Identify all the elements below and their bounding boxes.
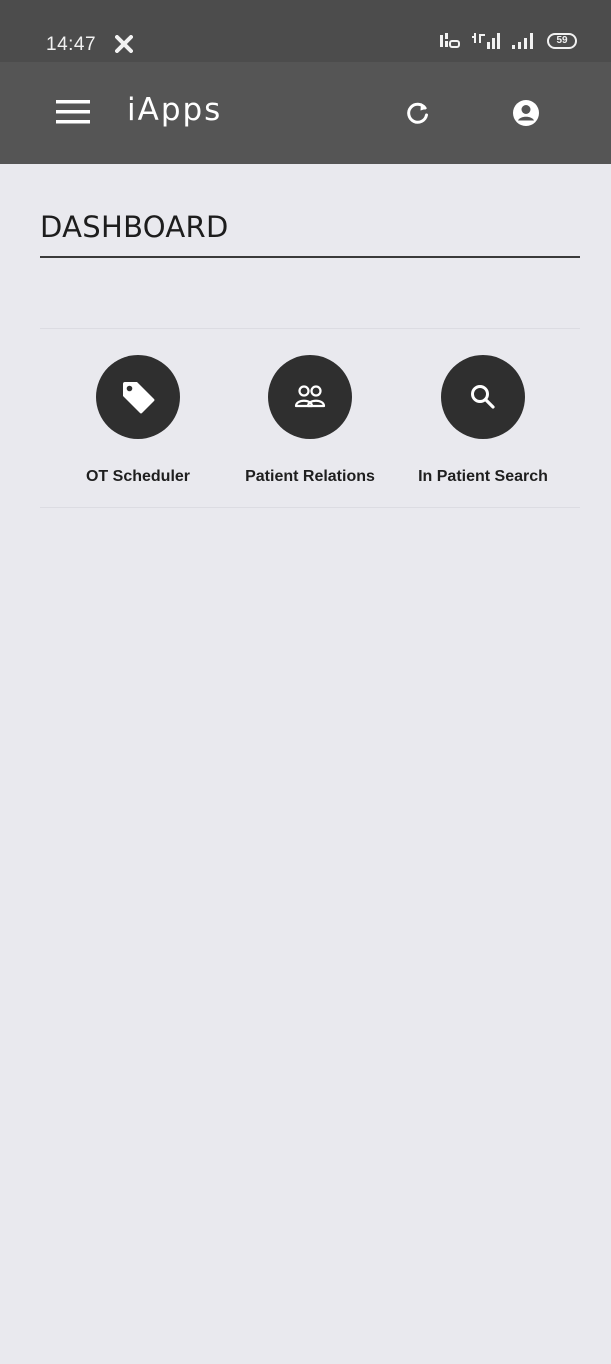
- title-divider: [40, 256, 580, 258]
- page-title: DASHBOARD: [40, 210, 229, 244]
- phone-screen: 14:47 59 iApps DASHBOARD OT Scheduler Pa…: [0, 0, 611, 1364]
- app-label: In Patient Search: [418, 468, 548, 485]
- status-bar: 14:47 59: [0, 0, 611, 62]
- app-tile-in-patient-search[interactable]: In Patient Search: [393, 355, 573, 486]
- app-icon-circle: [96, 355, 180, 439]
- app-bar: iApps: [0, 62, 611, 164]
- search-icon: [471, 385, 495, 409]
- account-circle-icon[interactable]: [512, 99, 540, 127]
- apps-grid: OT Scheduler Patient Relations In Patien…: [40, 328, 580, 508]
- app-tile-ot-scheduler[interactable]: OT Scheduler: [48, 355, 228, 486]
- volte-icon: [440, 33, 460, 48]
- signal-4g-icon: [472, 33, 500, 49]
- app-label: OT Scheduler: [85, 468, 191, 485]
- menu-icon[interactable]: [56, 99, 90, 125]
- people-icon: [294, 385, 326, 408]
- signal-bars-icon: [512, 33, 533, 49]
- app-title: iApps: [127, 92, 223, 128]
- status-time: 14:47: [46, 34, 97, 55]
- app-icon-circle: [268, 355, 352, 439]
- refresh-icon[interactable]: [405, 100, 431, 126]
- app-icon-circle: [441, 355, 525, 439]
- status-icons: 59: [439, 32, 577, 50]
- battery-icon: 59: [547, 33, 577, 49]
- close-icon: [115, 35, 133, 53]
- tag-icon: [123, 382, 155, 414]
- app-label: Patient Relations: [245, 468, 375, 485]
- app-tile-patient-relations[interactable]: Patient Relations: [220, 355, 400, 486]
